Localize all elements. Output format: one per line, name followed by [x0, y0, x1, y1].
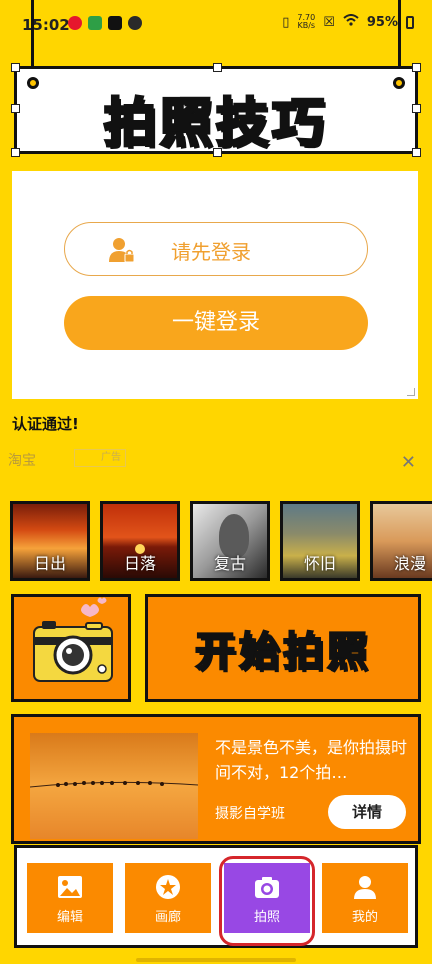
- article-detail-button[interactable]: 详情: [328, 795, 406, 829]
- start-photo-button[interactable]: 开始拍照: [145, 594, 421, 702]
- user-icon: [354, 876, 376, 899]
- selection-highlight: [219, 856, 315, 946]
- start-photo-label: 开始拍照: [194, 628, 371, 676]
- nav-item-gallery[interactable]: 画廊: [125, 863, 211, 933]
- ad-source[interactable]: 淘宝: [8, 450, 36, 470]
- login-field[interactable]: 请先登录: [64, 222, 368, 276]
- ad-tag: 广告: [74, 449, 126, 467]
- nav-label: 画廊: [154, 910, 181, 925]
- bottom-nav: 编辑 画廊 拍照 我的: [14, 845, 418, 948]
- user-lock-icon: [109, 238, 135, 263]
- resize-grip-icon: [407, 388, 415, 396]
- filter-sunrise[interactable]: 日出: [10, 501, 90, 581]
- page-title: 拍照技巧: [102, 93, 328, 156]
- filter-label: 怀旧: [303, 554, 336, 573]
- notification-icons: [68, 16, 142, 30]
- status-right: ▯ 7.70 KB/s ☒ 95%: [282, 14, 414, 30]
- net-speed: 7.70 KB/s: [297, 13, 316, 30]
- filter-label: 复古: [213, 554, 246, 573]
- filter-label: 日落: [123, 554, 156, 573]
- filter-romantic[interactable]: 浪漫: [370, 501, 432, 581]
- article-card[interactable]: 不是景色不美，是你拍摄时间不对，12个拍… 摄影自学班 详情: [11, 714, 421, 844]
- article-source: 摄影自学班: [215, 806, 285, 822]
- filter-nostalgia[interactable]: 怀旧: [280, 501, 360, 581]
- home-indicator[interactable]: [136, 958, 296, 962]
- app-icon: [88, 16, 102, 30]
- status-time: 15:02: [22, 16, 70, 34]
- article-thumbnail: [30, 733, 198, 839]
- login-panel: 请先登录 一键登录: [12, 171, 418, 399]
- image-icon: [58, 876, 82, 898]
- camera-illustration-icon: [33, 597, 113, 682]
- filter-strip[interactable]: 日出 日落 复古 怀旧 浪漫: [10, 501, 432, 581]
- nav-item-profile[interactable]: 我的: [322, 863, 408, 933]
- camera-illustration[interactable]: [11, 594, 131, 702]
- resize-handle[interactable]: [213, 63, 222, 72]
- nav-label: 我的: [351, 910, 378, 925]
- filter-sunset[interactable]: 日落: [100, 501, 180, 581]
- battery-level: 95%: [366, 14, 398, 30]
- flower-icon: [156, 875, 180, 899]
- filter-label: 浪漫: [393, 554, 426, 573]
- one-click-login-button[interactable]: 一键登录: [64, 296, 368, 350]
- clover-icon: [128, 16, 142, 30]
- verified-text: 认证通过!: [12, 415, 79, 433]
- tiktok-icon: [108, 16, 122, 30]
- resize-handle[interactable]: [412, 63, 421, 72]
- filter-label: 日出: [33, 554, 66, 573]
- title-sign: 拍照技巧: [11, 63, 421, 157]
- vibrate-icon: ▯: [282, 14, 290, 30]
- article-headline: 不是景色不美，是你拍摄时间不对，12个拍…: [215, 738, 408, 782]
- ad-close-icon[interactable]: ✕: [401, 452, 416, 473]
- status-bar: 15:02 ▯ 7.70 KB/s ☒ 95%: [0, 0, 432, 52]
- resize-handle[interactable]: [11, 63, 20, 72]
- login-placeholder: 请先登录: [171, 240, 251, 264]
- wifi-icon: [343, 14, 359, 30]
- weibo-icon: [68, 16, 82, 30]
- nav-label: 编辑: [56, 910, 83, 925]
- battery-icon: [406, 15, 414, 29]
- filter-vintage[interactable]: 复古: [190, 501, 270, 581]
- sim-icon: ☒: [323, 14, 335, 30]
- nav-item-edit[interactable]: 编辑: [27, 863, 113, 933]
